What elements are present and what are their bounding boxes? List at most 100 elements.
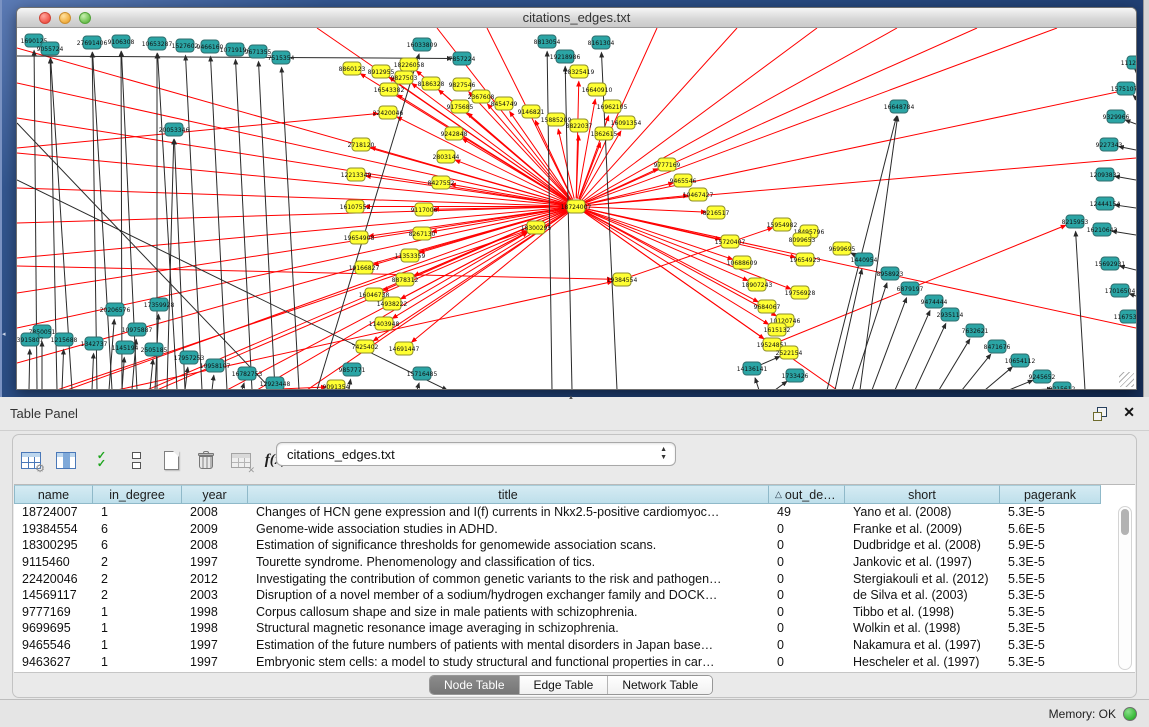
table-cell[interactable]: Franke et al. (2009) (845, 522, 1000, 536)
scrollbar-thumb[interactable] (1121, 509, 1129, 535)
graph-edge[interactable] (185, 55, 202, 389)
graph-edge[interactable] (259, 61, 275, 389)
table-cell[interactable]: de Silva et al. (2003) (845, 588, 1000, 602)
column-header-year[interactable]: year (182, 485, 248, 504)
select-columns-icon[interactable]: ✓✓ (89, 448, 113, 472)
network-canvas[interactable]: 1872400718300295886012389129551822605898… (17, 28, 1136, 389)
column-header-title[interactable]: title (248, 485, 769, 504)
table-row[interactable]: 977716911998Corpus callosum shape and si… (14, 604, 1135, 621)
table-cell[interactable]: Disruption of a novel member of a sodium… (248, 588, 769, 602)
column-header-out_de[interactable]: △out_de… (769, 485, 845, 504)
graph-edge[interactable] (1076, 231, 1085, 389)
table-mode-icon[interactable]: ⚙ (19, 448, 43, 472)
table-cell[interactable]: 1 (93, 505, 182, 519)
graph-edge[interactable] (62, 349, 64, 389)
table-cell[interactable]: 5.3E-5 (1000, 588, 1101, 602)
close-panel-icon[interactable]: ✕ (1123, 404, 1135, 421)
graph-edge[interactable] (584, 28, 1057, 204)
table-cell[interactable]: 1997 (182, 638, 248, 652)
graph-edge[interactable] (962, 354, 991, 389)
table-cell[interactable]: Dudbridge et al. (2008) (845, 538, 1000, 552)
table-cell[interactable]: 49 (769, 505, 845, 519)
column-header-in_degree[interactable]: in_degree (93, 485, 182, 504)
table-cell[interactable]: 5.3E-5 (1000, 638, 1101, 652)
row-height-icon[interactable] (124, 448, 148, 472)
graph-edge[interactable] (895, 311, 930, 389)
table-cell[interactable]: 0 (769, 555, 845, 569)
table-cell[interactable]: 9115460 (14, 555, 93, 569)
table-cell[interactable]: 22420046 (14, 572, 93, 586)
table-cell[interactable]: 5.3E-5 (1000, 605, 1101, 619)
table-cell[interactable]: 2009 (182, 522, 248, 536)
table-cell[interactable]: 0 (769, 588, 845, 602)
tab-network-table[interactable]: Network Table (608, 676, 712, 694)
table-cell[interactable]: Stergiakouli et al. (2012) (845, 572, 1000, 586)
graph-edge[interactable] (92, 353, 94, 389)
table-cell[interactable]: 2 (93, 572, 182, 586)
table-cell[interactable]: Embryonic stem cells: a model to study s… (248, 655, 769, 669)
graph-edge[interactable] (317, 54, 419, 389)
table-cell[interactable]: 5.9E-5 (1000, 538, 1101, 552)
column-header-name[interactable]: name (14, 485, 93, 504)
table-cell[interactable]: Jankovic et al. (1997) (845, 555, 1000, 569)
citation-network-graph[interactable]: 1872400718300295886012389129551822605898… (17, 28, 1136, 389)
table-cell[interactable]: Hescheler et al. (1997) (845, 655, 1000, 669)
graph-edge[interactable] (1009, 380, 1033, 389)
table-cell[interactable]: 9777169 (14, 605, 93, 619)
graph-edge[interactable] (1133, 95, 1136, 98)
table-cell[interactable]: Estimation of significance thresholds fo… (248, 538, 769, 552)
table-cell[interactable]: 1998 (182, 605, 248, 619)
table-cell[interactable]: 0 (769, 572, 845, 586)
table-cell[interactable]: 5.3E-5 (1000, 505, 1101, 519)
table-row[interactable]: 911546021997Tourette syndrome. Phenomeno… (14, 554, 1135, 571)
table-cell[interactable]: 1 (93, 638, 182, 652)
graph-edge[interactable] (779, 225, 1065, 341)
graph-edge[interactable] (759, 356, 779, 365)
table-cell[interactable]: 1997 (182, 655, 248, 669)
table-cell[interactable]: 5.5E-5 (1000, 572, 1101, 586)
table-cell[interactable]: 2 (93, 555, 182, 569)
table-cell[interactable]: Tibbo et al. (1998) (845, 605, 1000, 619)
graph-edge[interactable] (565, 66, 572, 389)
table-cell[interactable]: 0 (769, 522, 845, 536)
float-panel-icon[interactable] (1093, 407, 1107, 421)
graph-edge[interactable] (67, 209, 568, 389)
delete-table-icon[interactable]: ✕ (229, 448, 253, 472)
table-cell[interactable]: Tourette syndrome. Phenomenology and cla… (248, 555, 769, 569)
table-cell[interactable]: 0 (769, 538, 845, 552)
table-cell[interactable]: 1998 (182, 621, 248, 635)
window-resize-grip[interactable] (1119, 372, 1134, 387)
graph-edge[interactable] (242, 383, 244, 389)
table-row[interactable]: 1872400712008Changes of HCN gene express… (14, 504, 1135, 521)
graph-edge[interactable] (584, 207, 706, 212)
graph-edge[interactable] (121, 51, 122, 389)
table-cell[interactable]: 0 (769, 605, 845, 619)
table-cell[interactable]: 14569117 (14, 588, 93, 602)
table-cell[interactable]: 5.3E-5 (1000, 621, 1101, 635)
collapse-left-arrow-icon[interactable]: ◂ (2, 330, 6, 338)
graph-edge[interactable] (282, 67, 299, 389)
show-column-icon[interactable] (54, 448, 78, 472)
table-row[interactable]: 946362711997Embryonic stem cells: a mode… (14, 653, 1135, 670)
table-cell[interactable]: 18300295 (14, 538, 93, 552)
splitter-collapse-icon[interactable]: ▲ (568, 395, 574, 401)
table-cell[interactable]: 18724007 (14, 505, 93, 519)
table-cell[interactable]: 2008 (182, 505, 248, 519)
table-cell[interactable]: 1 (93, 655, 182, 669)
table-cell[interactable]: 5.3E-5 (1000, 555, 1101, 569)
graph-edge[interactable] (17, 266, 612, 279)
table-row[interactable]: 946554611997Estimation of the future num… (14, 637, 1135, 654)
column-header-pagerank[interactable]: pagerank (1000, 485, 1101, 504)
tab-node-table[interactable]: Node Table (430, 676, 520, 694)
table-cell[interactable]: 9699695 (14, 621, 93, 635)
graph-edge[interactable] (150, 359, 153, 389)
column-header-short[interactable]: short (845, 485, 1000, 504)
create-column-icon[interactable] (159, 448, 183, 472)
table-cell[interactable]: 0 (769, 621, 845, 635)
table-cell[interactable]: 5.3E-5 (1000, 655, 1101, 669)
table-cell[interactable]: 5.6E-5 (1000, 522, 1101, 536)
graph-edge[interactable] (17, 113, 378, 148)
table-cell[interactable]: Investigating the contribution of common… (248, 572, 769, 586)
graph-edge[interactable] (584, 208, 1136, 328)
graph-edge[interactable] (583, 28, 897, 203)
